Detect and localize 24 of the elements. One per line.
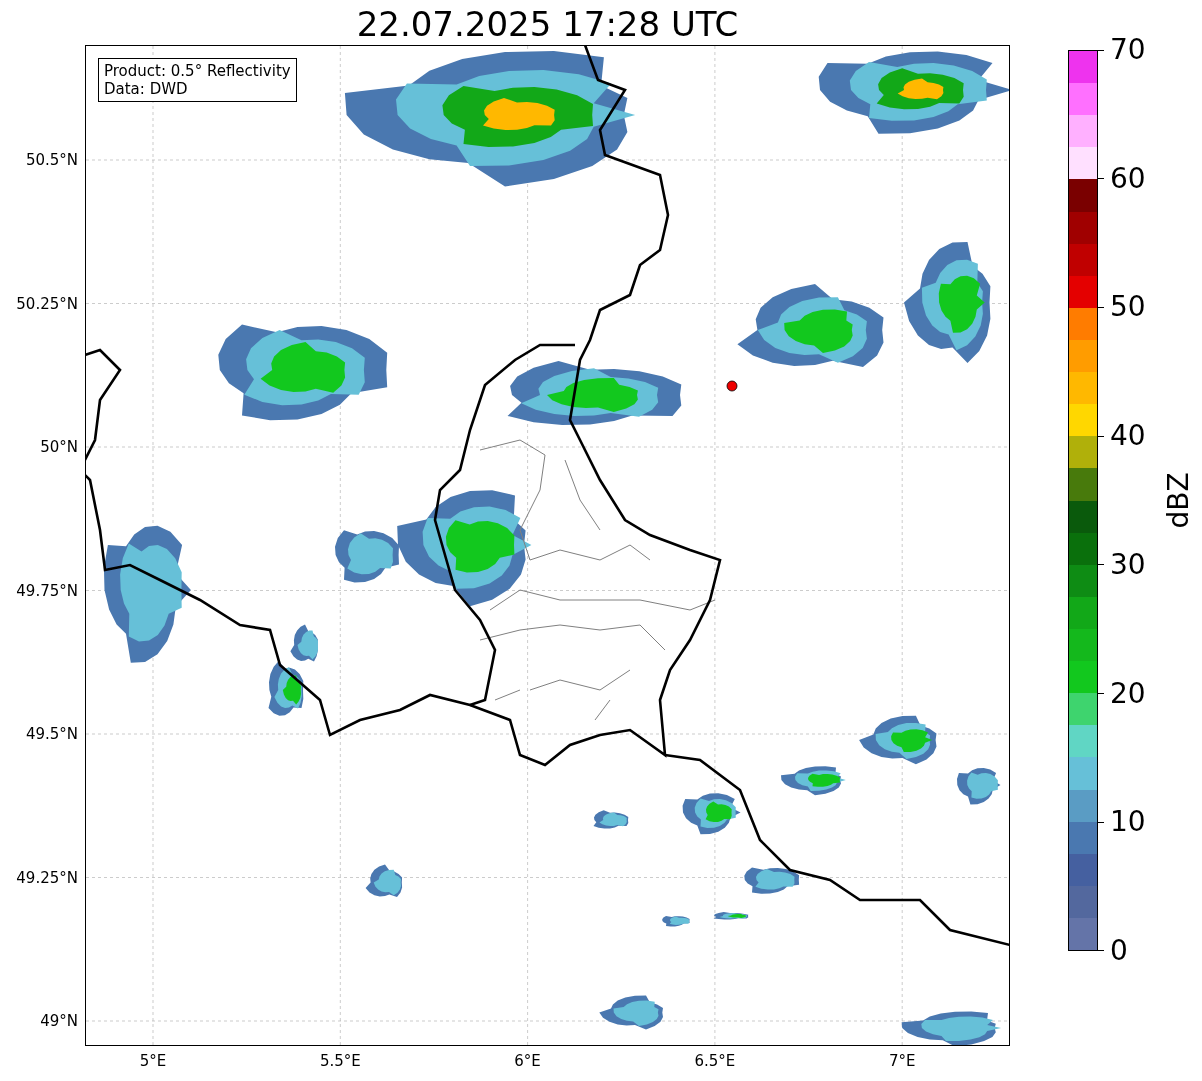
latitude-label: 49.5°N — [25, 725, 78, 743]
legend-text: Product: 0.5° Reflectivity — [104, 62, 291, 80]
colorbar-tick-label: 40 — [1110, 420, 1146, 453]
latitude-label: 49.75°N — [16, 581, 78, 600]
longitude-label: 6°E — [514, 1052, 541, 1070]
colorbar-tick-label: 50 — [1110, 291, 1146, 324]
longitude-label: 5.5°E — [319, 1052, 361, 1070]
latitude-label: 50.25°N — [16, 294, 78, 313]
colorbar-tick-label: 20 — [1110, 677, 1146, 710]
longitude-label: 7°E — [888, 1052, 916, 1070]
longitude-label: 6.5°E — [694, 1052, 736, 1070]
latitude-label: 49.25°N — [16, 868, 78, 887]
colorbar-tick-label: 10 — [1110, 806, 1146, 839]
colorbar-tick-label: 70 — [1110, 34, 1146, 66]
legend-text: Data: DWD — [104, 80, 189, 98]
colorbar-tick-label: 0 — [1110, 934, 1128, 967]
longitude-label: 5°E — [139, 1052, 167, 1070]
colorbar-tick-label: 30 — [1110, 548, 1146, 581]
latitude-label: 50.5°N — [25, 151, 78, 169]
chart-title: 22.07.2025 17:28 UTC — [355, 4, 740, 45]
latitude-label: 49°N — [40, 1012, 78, 1030]
colorbar-label: dBZ — [1161, 472, 1195, 529]
colorbar-tick-label: 60 — [1110, 162, 1146, 195]
latitude-label: 50°N — [40, 438, 78, 456]
